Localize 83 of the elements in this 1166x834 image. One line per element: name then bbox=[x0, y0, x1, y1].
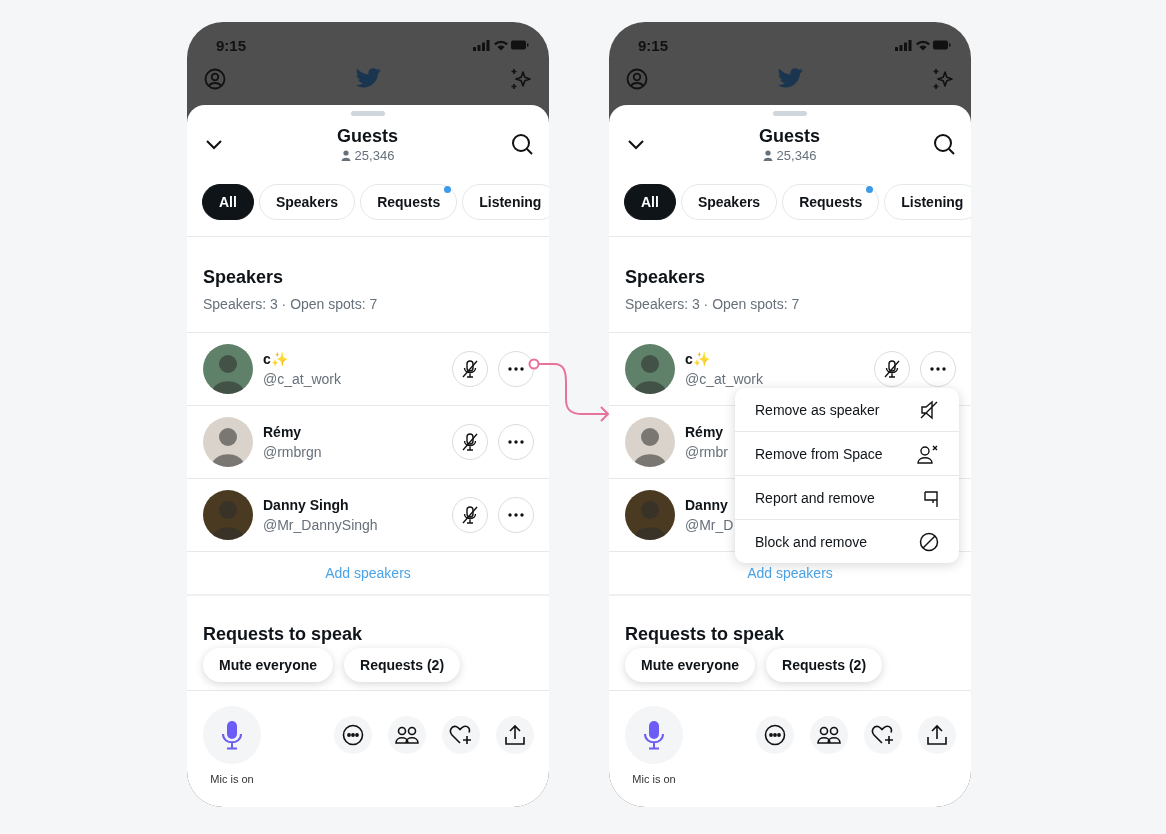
mic-icon bbox=[643, 720, 665, 750]
status-time: 9:15 bbox=[216, 36, 247, 54]
section-title: Requests to speak bbox=[625, 624, 786, 645]
action-pill-button[interactable]: Requests (2) bbox=[344, 648, 461, 682]
mute-button[interactable] bbox=[452, 497, 488, 533]
listener-count: 25,346 bbox=[354, 147, 395, 163]
heart-plus-icon[interactable] bbox=[442, 716, 480, 754]
mic-status-label: Mic is on bbox=[210, 773, 254, 785]
section-title: Speakers bbox=[203, 267, 285, 288]
mic-icon bbox=[221, 720, 243, 750]
speaker-name: Danny Singh bbox=[263, 497, 350, 513]
speaker-handle: @c_at_work bbox=[263, 371, 342, 387]
speaker-handle: @Mr_DannySingh bbox=[263, 517, 378, 533]
section-subtitle: Speakers: 3 · Open spots: 7 bbox=[203, 296, 379, 312]
sheet-title: Guests bbox=[759, 125, 820, 147]
status-icons bbox=[473, 39, 529, 51]
more-icon bbox=[508, 440, 524, 444]
muted-mic-icon bbox=[882, 359, 902, 379]
filter-tab[interactable]: Listening bbox=[884, 184, 971, 220]
search-icon[interactable] bbox=[511, 133, 533, 155]
avatar[interactable] bbox=[625, 344, 675, 394]
speaker-name: c✨ bbox=[685, 351, 711, 367]
filter-tab[interactable]: Requests bbox=[360, 184, 458, 220]
status-icons bbox=[895, 39, 951, 51]
search-icon[interactable] bbox=[933, 133, 955, 155]
section-title: Speakers bbox=[625, 267, 707, 288]
sheet-handle[interactable] bbox=[773, 111, 807, 116]
avatar[interactable] bbox=[625, 490, 675, 540]
heart-plus-icon[interactable] bbox=[864, 716, 902, 754]
people-icon[interactable] bbox=[810, 716, 848, 754]
muted-mic-icon bbox=[460, 505, 480, 525]
speaker-name: Rémy bbox=[263, 424, 303, 440]
speaker-name: Rémy bbox=[685, 424, 725, 440]
block-icon bbox=[919, 531, 939, 552]
speaker-name: Danny bbox=[685, 497, 729, 513]
avatar[interactable] bbox=[203, 344, 253, 394]
menu-item[interactable]: Remove from Space bbox=[735, 432, 959, 476]
person-remove-icon bbox=[917, 443, 939, 464]
action-pill-button[interactable]: Requests (2) bbox=[766, 648, 883, 682]
person-icon bbox=[762, 149, 773, 161]
more-button[interactable] bbox=[498, 424, 534, 460]
muted-mic-icon bbox=[460, 432, 480, 452]
menu-item[interactable]: Block and remove bbox=[735, 520, 959, 563]
filter-tab[interactable]: All bbox=[202, 184, 254, 220]
share-icon[interactable] bbox=[918, 716, 956, 754]
speaker-handle: @rmbr bbox=[685, 444, 728, 460]
speaker-handle: @Mr_D bbox=[685, 517, 734, 533]
mute-button[interactable] bbox=[452, 351, 488, 387]
sheet-handle[interactable] bbox=[351, 111, 385, 116]
action-pill-button[interactable]: Mute everyone bbox=[203, 648, 334, 682]
filter-tab[interactable]: Speakers bbox=[258, 184, 356, 220]
menu-item[interactable]: Report and remove bbox=[735, 476, 959, 520]
speaker-handle: @rmbrgn bbox=[263, 444, 322, 460]
more-button[interactable] bbox=[498, 351, 534, 387]
status-time: 9:15 bbox=[638, 36, 669, 54]
person-icon bbox=[340, 149, 351, 161]
mic-status-label: Mic is on bbox=[632, 773, 676, 785]
mute-button[interactable] bbox=[874, 351, 910, 387]
more-icon bbox=[508, 367, 524, 371]
more-button[interactable] bbox=[498, 497, 534, 533]
section-title: Requests to speak bbox=[203, 624, 364, 645]
speaker-name: c✨ bbox=[263, 351, 289, 367]
listener-count: 25,346 bbox=[776, 147, 817, 163]
action-pill-button[interactable]: Mute everyone bbox=[625, 648, 756, 682]
more-button[interactable] bbox=[920, 351, 956, 387]
mute-button[interactable] bbox=[452, 424, 488, 460]
more-icon bbox=[930, 367, 946, 371]
share-icon[interactable] bbox=[496, 716, 534, 754]
filter-tab[interactable]: Speakers bbox=[680, 184, 778, 220]
more-icon[interactable] bbox=[334, 716, 372, 754]
more-icon bbox=[508, 513, 524, 517]
avatar[interactable] bbox=[203, 490, 253, 540]
muted-mic-icon bbox=[460, 359, 480, 379]
section-subtitle: Speakers: 3 · Open spots: 7 bbox=[625, 296, 801, 312]
people-icon[interactable] bbox=[388, 716, 426, 754]
speaker-off-icon bbox=[919, 399, 939, 420]
filter-tab[interactable]: Requests bbox=[782, 184, 880, 220]
more-icon[interactable] bbox=[756, 716, 794, 754]
sheet-title: Guests bbox=[337, 125, 398, 147]
menu-item[interactable]: Remove as speaker bbox=[735, 388, 959, 432]
speaker-handle: @c_at_work bbox=[685, 371, 764, 387]
filter-tab[interactable]: Listening bbox=[462, 184, 549, 220]
filter-tab[interactable]: All bbox=[624, 184, 676, 220]
